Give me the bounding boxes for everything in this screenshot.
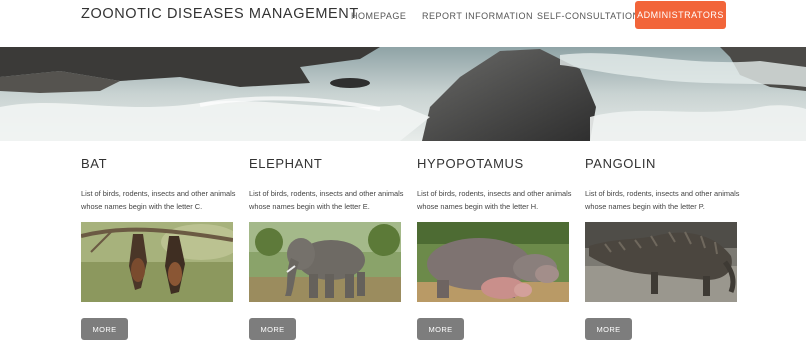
animal-card-hippopotamus: HYPOPOTAMUS List of birds, rodents, inse…: [417, 141, 571, 345]
hero-banner: [0, 47, 806, 141]
card-title: BAT: [81, 156, 108, 171]
nav-administrators-button[interactable]: ADMINISTRATORS: [635, 1, 726, 29]
card-title: HYPOPOTAMUS: [417, 156, 524, 171]
nav-report-information[interactable]: REPORT INFORMATION: [422, 11, 533, 21]
card-description: List of birds, rodents, insects and othe…: [81, 189, 236, 211]
more-button[interactable]: MORE: [417, 318, 464, 340]
card-description: List of birds, rodents, insects and othe…: [249, 189, 404, 211]
card-description: List of birds, rodents, insects and othe…: [417, 189, 572, 211]
animal-card-pangolin: PANGOLIN List of birds, rodents, insects…: [585, 141, 739, 345]
hippopotamus-image: [417, 222, 569, 302]
more-button[interactable]: MORE: [81, 318, 128, 340]
animal-card-elephant: ELEPHANT List of birds, rodents, insects…: [249, 141, 403, 345]
bats-image: [81, 222, 233, 302]
site-title[interactable]: ZOONOTIC DISEASES MANAGEMENT: [81, 6, 359, 22]
site-header: ZOONOTIC DISEASES MANAGEMENT HOMEPAGE RE…: [0, 0, 806, 47]
card-title: PANGOLIN: [585, 156, 657, 171]
animal-card-bat: BAT List of birds, rodents, insects and …: [81, 141, 235, 345]
elephant-image: [249, 222, 401, 302]
more-button[interactable]: MORE: [585, 318, 632, 340]
nav-self-consultation[interactable]: SELF-CONSULTATION: [537, 11, 640, 21]
card-description: List of birds, rodents, insects and othe…: [585, 189, 740, 211]
pangolin-image: [585, 222, 737, 302]
card-title: ELEPHANT: [249, 156, 323, 171]
nav-homepage[interactable]: HOMEPAGE: [351, 11, 406, 21]
more-button[interactable]: MORE: [249, 318, 296, 340]
